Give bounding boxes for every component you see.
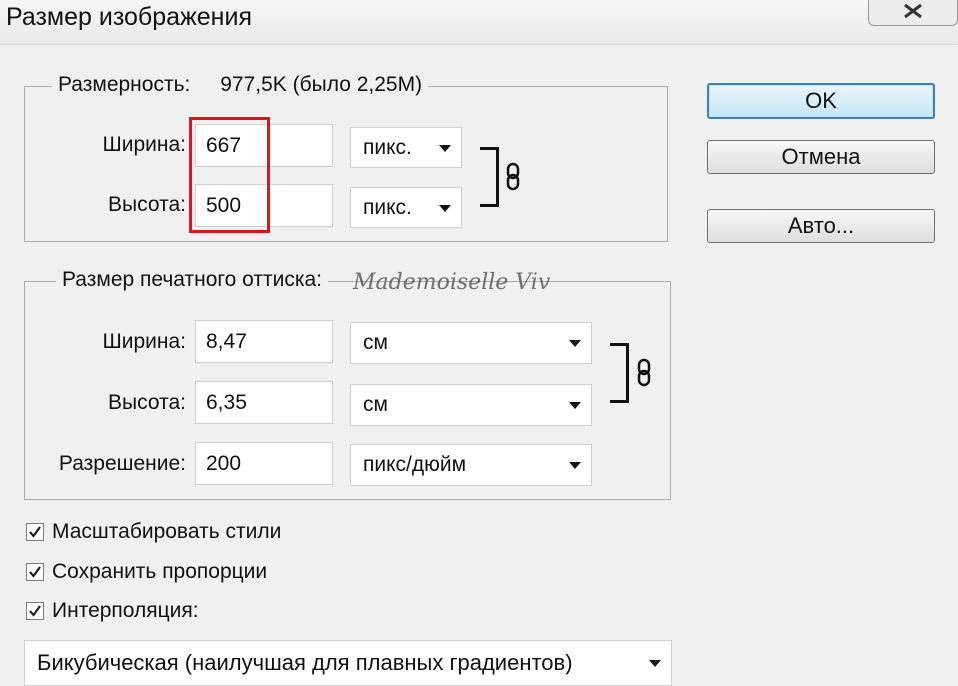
dropdown-arrow-icon [569,340,581,347]
doc-height-unit: см [363,393,388,416]
scale-styles-label: Масштабировать стили [52,520,282,543]
resample-option[interactable]: Интерполяция: [26,599,199,623]
close-button[interactable] [868,0,958,26]
dropdown-arrow-icon [439,204,451,212]
pixel-width-label: Ширина: [102,133,187,156]
cancel-button[interactable]: Отмена [707,140,935,174]
title-bar: Размер изображения [0,0,958,45]
resolution-unit: пикс/дюйм [363,453,467,476]
watermark-text: Mademoiselle Viv [353,270,551,295]
pixel-height-unit: пикс. [363,195,412,219]
pixel-width-unit-select[interactable]: пикс. [350,127,462,168]
doc-width-unit: см [363,331,388,354]
resample-checkbox[interactable] [26,602,44,620]
pixel-dimensions-group [24,86,668,242]
scale-styles-checkbox[interactable] [26,523,44,541]
doc-height-unit-select[interactable]: см [350,384,592,426]
pixel-dimensions-size: 977,5K (было 2,25M) [220,73,423,96]
dropdown-arrow-icon [439,144,451,152]
doc-constrain-bracket [610,343,629,403]
resample-method-select[interactable]: Бикубическая (наилучшая для плавных град… [24,640,672,686]
doc-height-label: Высота: [108,391,186,414]
constrain-checkbox[interactable] [26,563,44,581]
chain-link-icon [637,358,651,387]
resolution-label: Разрешение: [58,452,186,475]
document-size-legend: Размер печатного оттиска: [56,268,328,292]
doc-width-input[interactable] [195,320,333,363]
resolution-input[interactable] [195,442,333,485]
ok-button[interactable]: OK [707,83,935,119]
scale-styles-option[interactable]: Масштабировать стили [26,520,281,544]
dropdown-arrow-icon [569,402,581,409]
resolution-unit-select[interactable]: пикс/дюйм [350,444,592,486]
auto-button[interactable]: Авто... [707,209,935,243]
doc-width-label: Ширина: [102,330,187,353]
dropdown-arrow-icon [649,660,661,667]
resample-label: Интерполяция: [52,599,199,622]
window-title: Размер изображения [6,3,252,31]
pixel-height-unit-select[interactable]: пикс. [350,187,462,228]
highlight-box [189,117,270,233]
checkmark-icon [29,566,41,578]
doc-height-input[interactable] [195,381,333,424]
pixel-dimensions-legend: Размерность: 977,5K (было 2,25M) [52,73,429,97]
constrain-label: Сохранить пропорции [52,560,268,583]
pixel-height-label: Высота: [108,193,186,216]
dropdown-arrow-icon [569,462,581,469]
checkmark-icon [29,605,41,617]
pixel-width-unit: пикс. [363,135,412,159]
resample-method-value: Бикубическая (наилучшая для плавных град… [37,650,573,675]
chain-link-icon [506,162,520,191]
checkmark-icon [29,526,41,538]
close-icon [904,3,922,19]
pixel-dimensions-label: Размерность: [58,73,191,96]
doc-width-unit-select[interactable]: см [350,322,592,364]
pixel-constrain-bracket [480,147,499,207]
constrain-option[interactable]: Сохранить пропорции [26,560,267,584]
